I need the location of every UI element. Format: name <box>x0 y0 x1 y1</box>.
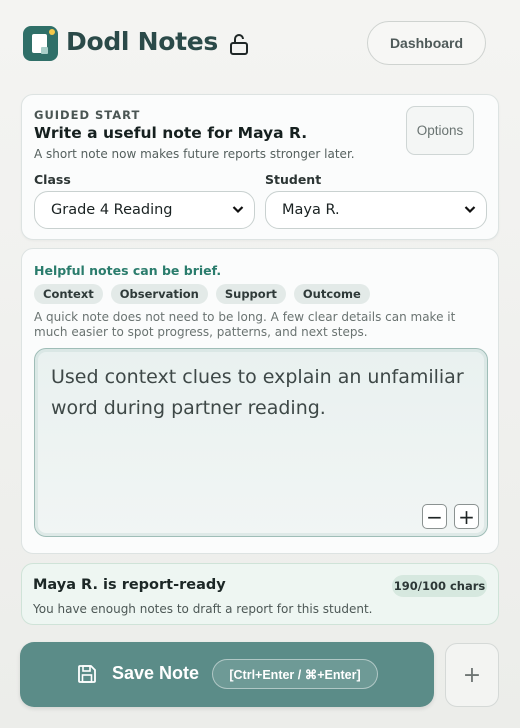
guided-title: Write a useful note for Maya R. <box>34 124 308 142</box>
prompt-chips: Context Observation Support Outcome <box>34 284 370 304</box>
options-button[interactable]: Options <box>406 106 474 155</box>
guided-start-card: GUIDED START Write a useful note for May… <box>21 94 499 240</box>
floppy-disk-icon <box>78 665 96 683</box>
dashboard-button[interactable]: Dashboard <box>367 21 486 65</box>
guided-eyebrow: GUIDED START <box>34 108 141 122</box>
save-note-label: Save Note <box>112 663 200 683</box>
chip-support[interactable]: Support <box>215 284 286 304</box>
guided-subtitle: A short note now makes future reports st… <box>34 147 355 161</box>
increase-text-button[interactable]: + <box>454 504 479 529</box>
class-label: Class <box>34 172 71 187</box>
class-select[interactable]: Grade 4 Reading <box>34 191 255 229</box>
brand-name: Dodl Notes <box>66 27 218 56</box>
lock-open-icon[interactable] <box>229 33 249 55</box>
chip-context[interactable]: Context <box>34 284 103 304</box>
class-select-value: Grade 4 Reading <box>51 202 173 218</box>
note-hint: A quick note does not need to be long. A… <box>34 310 456 339</box>
note-text: Used context clues to explain an unfamil… <box>51 366 464 419</box>
chip-observation[interactable]: Observation <box>110 284 208 304</box>
note-editor-card: Helpful notes can be brief. Context Obse… <box>21 248 499 554</box>
student-select[interactable]: Maya R. <box>265 191 487 229</box>
student-select-value: Maya R. <box>282 202 340 218</box>
add-button[interactable]: + <box>445 643 499 707</box>
save-note-button[interactable]: Save Note [Ctrl+Enter / ⌘+Enter] <box>20 642 434 707</box>
chevron-down-icon <box>232 206 244 214</box>
logo-icon <box>23 26 58 61</box>
keyboard-shortcut-badge: [Ctrl+Enter / ⌘+Enter] <box>212 659 378 689</box>
decrease-text-button[interactable]: − <box>422 504 447 529</box>
ready-subtitle: You have enough notes to draft a report … <box>33 602 373 616</box>
report-ready-card: Maya R. is report-ready You have enough … <box>21 563 499 625</box>
app-header: Dodl Notes Dashboard <box>0 0 520 88</box>
char-count-badge: 190/100 chars <box>392 575 487 597</box>
chip-outcome[interactable]: Outcome <box>293 284 370 304</box>
helpful-heading: Helpful notes can be brief. <box>34 263 222 278</box>
student-label: Student <box>265 172 322 187</box>
chevron-down-icon <box>464 206 476 214</box>
ready-title: Maya R. is report-ready <box>33 577 226 593</box>
note-textarea[interactable]: Used context clues to explain an unfamil… <box>34 348 488 537</box>
